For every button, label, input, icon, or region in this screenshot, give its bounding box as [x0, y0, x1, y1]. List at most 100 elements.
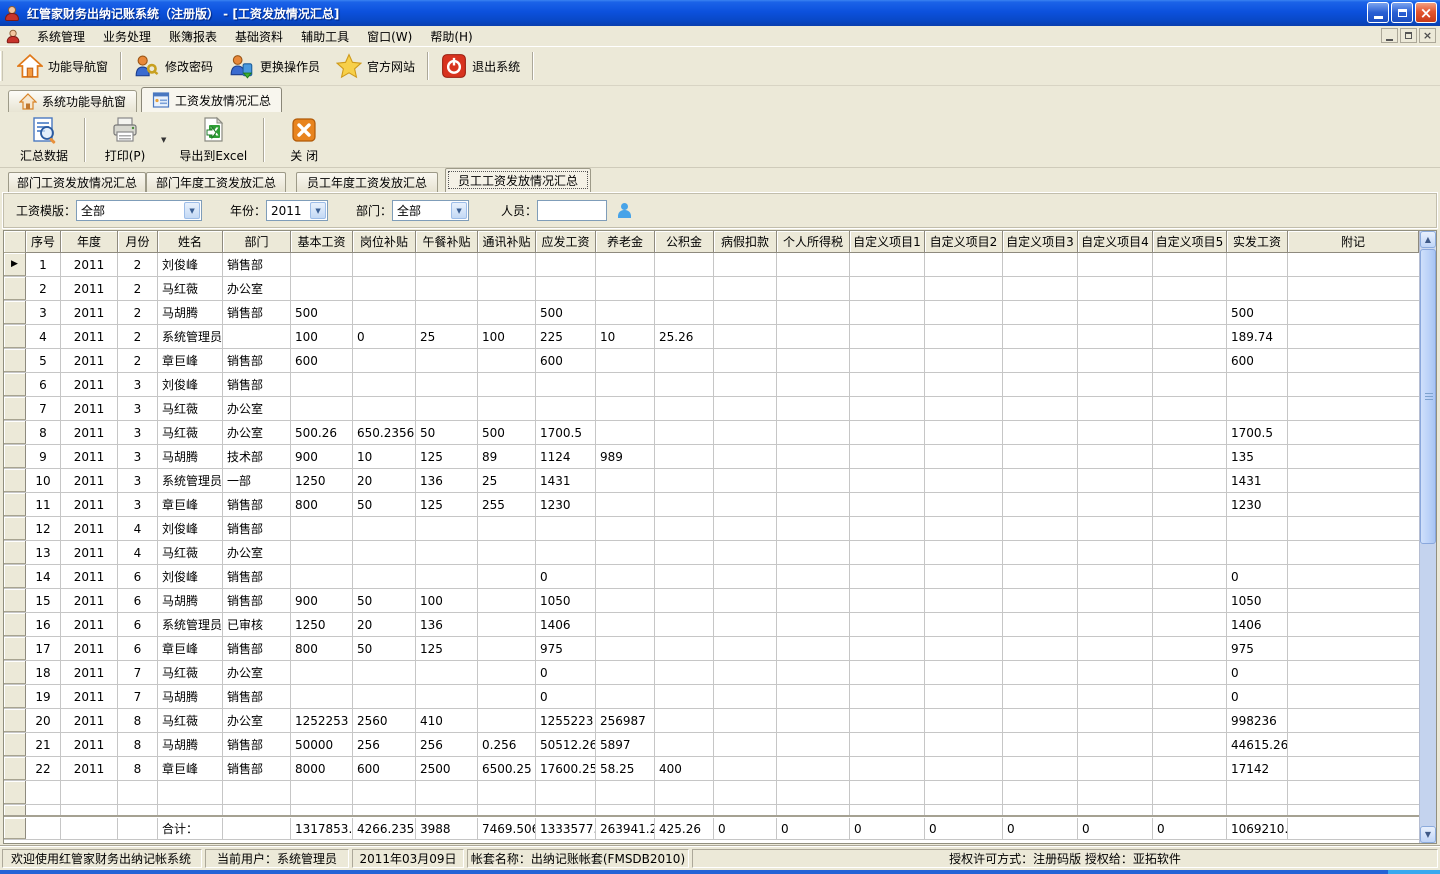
grid-cell[interactable]: 1255223: [536, 709, 596, 732]
grid-cell[interactable]: [850, 805, 925, 815]
vertical-scrollbar[interactable]: ▲ ▼: [1419, 231, 1436, 843]
grid-cell[interactable]: 办公室: [223, 661, 291, 684]
column-header[interactable]: 月份: [118, 231, 158, 253]
grid-cell[interactable]: 2: [118, 277, 158, 300]
grid-cell[interactable]: [1003, 637, 1078, 660]
grid-cell[interactable]: 6500.25: [478, 757, 536, 780]
grid-cell[interactable]: [1078, 349, 1153, 372]
grid-cell[interactable]: [596, 493, 655, 516]
grid-cell[interactable]: [596, 349, 655, 372]
grid-cell[interactable]: [850, 517, 925, 540]
grid-cell[interactable]: [596, 397, 655, 420]
grid-cell[interactable]: 500.26: [291, 421, 353, 444]
grid-cell[interactable]: [1153, 253, 1227, 276]
grid-row[interactable]: 1320114马红薇办公室: [4, 541, 1419, 565]
close-view-button[interactable]: 关 闭: [271, 112, 337, 167]
grid-cell[interactable]: 8: [118, 757, 158, 780]
grid-cell[interactable]: 1406: [536, 613, 596, 636]
grid-row[interactable]: ▶120112刘俊峰销售部: [4, 253, 1419, 277]
grid-cell[interactable]: [1078, 589, 1153, 612]
grid-cell[interactable]: [777, 445, 850, 468]
grid-cell[interactable]: [777, 685, 850, 708]
grid-cell[interactable]: 2011: [61, 421, 118, 444]
grid-cell[interactable]: [777, 301, 850, 324]
grid-cell[interactable]: [1078, 805, 1153, 815]
grid-cell[interactable]: [1153, 277, 1227, 300]
grid-cell[interactable]: [1003, 325, 1078, 348]
grid-cell[interactable]: 刘俊峰: [158, 253, 223, 276]
grid-cell[interactable]: 7: [26, 397, 61, 420]
tab-dept-annual-salary[interactable]: 部门年度工资发放汇总: [146, 172, 286, 192]
grid-cell[interactable]: [1078, 733, 1153, 756]
grid-cell[interactable]: [596, 301, 655, 324]
grid-cell[interactable]: [416, 349, 478, 372]
column-header[interactable]: 午餐补贴: [416, 231, 478, 253]
grid-cell[interactable]: 10: [596, 325, 655, 348]
grid-cell[interactable]: 1252253: [291, 709, 353, 732]
grid-cell[interactable]: 马红薇: [158, 421, 223, 444]
grid-cell[interactable]: [655, 469, 714, 492]
grid-cell[interactable]: [1078, 685, 1153, 708]
grid-cell[interactable]: 256987: [596, 709, 655, 732]
change-password-button[interactable]: 修改密码: [126, 50, 221, 82]
grid-cell[interactable]: [777, 493, 850, 516]
grid-cell[interactable]: [596, 637, 655, 660]
grid-cell[interactable]: [925, 589, 1003, 612]
grid-cell[interactable]: 马红薇: [158, 709, 223, 732]
grid-cell[interactable]: [777, 373, 850, 396]
grid-cell[interactable]: [714, 685, 777, 708]
grid-cell[interactable]: [655, 685, 714, 708]
grid-cell[interactable]: 马红薇: [158, 397, 223, 420]
grid-cell[interactable]: [353, 349, 416, 372]
grid-cell[interactable]: [777, 733, 850, 756]
grid-cell[interactable]: [1003, 613, 1078, 636]
grid-cell[interactable]: 1431: [536, 469, 596, 492]
grid-cell[interactable]: [925, 421, 1003, 444]
grid-cell[interactable]: 2: [118, 349, 158, 372]
grid-cell[interactable]: [777, 613, 850, 636]
grid-cell[interactable]: [1227, 373, 1288, 396]
grid-cell[interactable]: [655, 661, 714, 684]
grid-cell[interactable]: [353, 373, 416, 396]
grid-cell[interactable]: [416, 685, 478, 708]
grid-cell[interactable]: 0: [536, 661, 596, 684]
grid-cell[interactable]: 6: [118, 589, 158, 612]
grid-cell[interactable]: 2011: [61, 661, 118, 684]
menu-business[interactable]: 业务处理: [94, 26, 160, 47]
grid-cell[interactable]: [596, 469, 655, 492]
grid-cell[interactable]: [1288, 709, 1419, 732]
grid-cell[interactable]: 8: [118, 733, 158, 756]
grid-cell[interactable]: 1431: [1227, 469, 1288, 492]
grid-cell[interactable]: [714, 637, 777, 660]
grid-cell[interactable]: [1078, 253, 1153, 276]
grid-cell[interactable]: [416, 373, 478, 396]
grid-cell[interactable]: [1288, 781, 1419, 804]
grid-cell[interactable]: 3: [118, 445, 158, 468]
grid-cell[interactable]: [925, 301, 1003, 324]
grid-cell[interactable]: 2011: [61, 757, 118, 780]
grid-cell[interactable]: [714, 469, 777, 492]
grid-cell[interactable]: [1288, 445, 1419, 468]
grid-cell[interactable]: [416, 397, 478, 420]
grid-cell[interactable]: [1288, 805, 1419, 815]
grid-row[interactable]: 320112马胡腾销售部500500500: [4, 301, 1419, 325]
grid-cell[interactable]: [1078, 781, 1153, 804]
column-header[interactable]: 姓名: [158, 231, 223, 253]
grid-cell[interactable]: 1700.5: [1227, 421, 1288, 444]
grid-cell[interactable]: 2011: [61, 685, 118, 708]
grid-cell[interactable]: 0: [1227, 565, 1288, 588]
grid-cell[interactable]: [536, 253, 596, 276]
dept-filter-combo[interactable]: 全部 ▼: [392, 200, 469, 221]
grid-cell[interactable]: [714, 661, 777, 684]
grid-cell[interactable]: [478, 637, 536, 660]
grid-cell[interactable]: [291, 373, 353, 396]
grid-cell[interactable]: 13: [26, 541, 61, 564]
tab-system-navigator[interactable]: 系统功能导航窗: [8, 90, 137, 112]
grid-cell[interactable]: [850, 613, 925, 636]
grid-cell[interactable]: 600: [291, 349, 353, 372]
grid-cell[interactable]: [478, 565, 536, 588]
grid-cell[interactable]: [1153, 325, 1227, 348]
resize-grip[interactable]: [1388, 870, 1440, 874]
grid-cell[interactable]: 1124: [536, 445, 596, 468]
grid-cell[interactable]: [925, 685, 1003, 708]
